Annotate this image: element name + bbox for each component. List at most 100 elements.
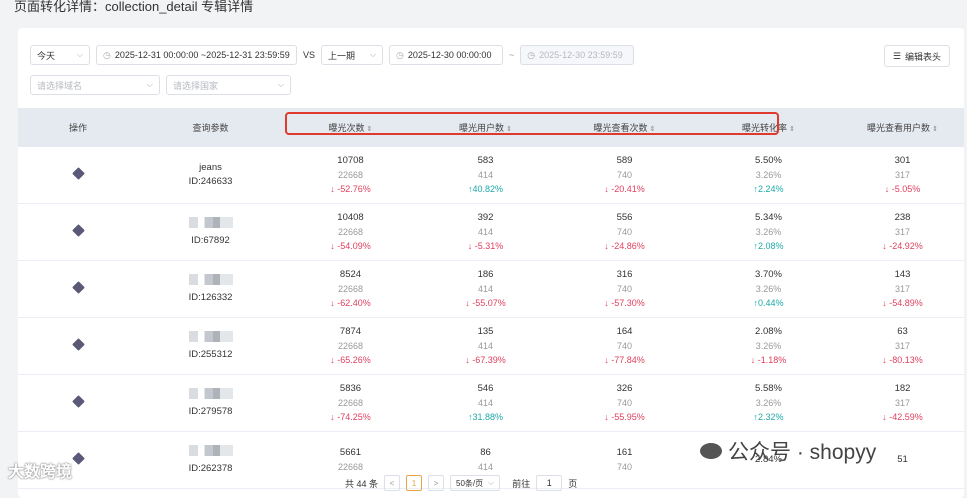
metric-previous: 22668 [337, 284, 364, 294]
column-header-label: 操作 [68, 123, 87, 133]
compare-start-picker[interactable]: ◷ 2025-12-30 00:00:00 [389, 45, 504, 65]
metric-change: ↓ -55.95% [604, 412, 645, 422]
sort-icon[interactable]: ⇕ [789, 126, 795, 133]
country-select[interactable]: 请选择国家 ⌵ [166, 75, 291, 95]
chevron-down-icon: ⌵ [277, 80, 284, 89]
metric-previous: 740 [616, 170, 633, 180]
column-header[interactable]: 曝光查看用户数 ⇕ [841, 108, 964, 147]
metric-change: ↑0.44% [753, 298, 784, 308]
metric-previous: 22668 [337, 341, 364, 351]
query-id: ID:126332 [188, 291, 233, 303]
metric-change: ↓ -57.30% [604, 298, 645, 308]
metric-previous: 317 [894, 398, 911, 408]
metric-change: ↓ -80.13% [882, 355, 923, 365]
query-param: jeans [199, 162, 222, 173]
metric-cell: 143 317 ↓ -54.89% [841, 260, 964, 318]
metric-previous: 414 [477, 462, 494, 472]
metric-cell: 186 414 ↓ -55.07% [418, 260, 553, 318]
cube-icon[interactable] [71, 452, 85, 465]
metric-change: ↓ -1.18% [750, 355, 787, 365]
metric-cell: 5.50% 3.26% ↑2.24% [696, 147, 841, 204]
chevron-down-icon: ⌵ [369, 50, 377, 59]
metric-previous: 22668 [337, 227, 364, 237]
metric-previous: 3.26% [755, 227, 782, 237]
metric-previous: 22668 [337, 462, 364, 472]
query-id: ID:67892 [191, 234, 230, 246]
date-range-value: 2025-12-31 00:00:00 ~2025-12-31 23:59:59 [114, 50, 290, 60]
sort-icon[interactable]: ⇕ [932, 126, 938, 133]
metric-previous: 740 [616, 462, 633, 472]
wechat-icon [700, 443, 722, 459]
total-count: 共 44 条 [345, 478, 379, 489]
blurred-image [188, 330, 233, 342]
query-cell: ID:262378 [138, 431, 283, 489]
metric-change: ↑40.82% [467, 184, 504, 194]
date-range-picker[interactable]: ◷ 2025-12-31 00:00:00 ~2025-12-31 23:59:… [96, 45, 297, 65]
vs-label: VS [303, 50, 316, 60]
column-header-label: 曝光查看用户数 [867, 123, 931, 133]
edit-header-button[interactable]: ☰ 编辑表头 [883, 45, 950, 67]
metric-change: ↑31.88% [467, 412, 504, 422]
compare-preset-value: 上一期 [328, 50, 356, 61]
metric-current: 182 [894, 383, 911, 394]
metric-previous: 414 [477, 398, 494, 408]
sliders-icon: ☰ [892, 50, 901, 61]
goto-label: 前往 [512, 478, 531, 489]
blurred-image [188, 387, 233, 399]
domain-select[interactable]: 请选择域名 ⌵ [30, 75, 160, 95]
metric-change: ↓ -42.59% [882, 412, 923, 422]
metric-previous: 740 [616, 284, 633, 294]
domain-placeholder: 请选择域名 [37, 80, 83, 91]
clock-icon: ◷ [103, 49, 111, 60]
metric-change: ↓ -74.25% [330, 412, 371, 422]
query-id: ID:255312 [188, 348, 233, 360]
cube-icon[interactable] [71, 281, 85, 294]
date-preset-select[interactable]: 今天 ⌵ [30, 45, 90, 65]
cube-icon[interactable] [71, 338, 85, 351]
compare-separator: ~ [509, 50, 515, 60]
metric-previous: 317 [894, 227, 911, 237]
cube-icon[interactable] [71, 224, 85, 237]
metric-cell: 5.58% 3.26% ↑2.32% [696, 374, 841, 432]
metric-cell: 182 317 ↓ -42.59% [841, 374, 964, 432]
metric-previous: 414 [477, 284, 494, 294]
metric-cell: 10708 22668 ↓ -52.76% [283, 147, 418, 204]
metric-previous: 740 [616, 341, 633, 351]
metric-change: ↓ -62.40% [330, 298, 371, 308]
chevron-down-icon: ⌵ [488, 478, 495, 487]
metric-previous: 3.26% [755, 398, 782, 408]
blurred-image [188, 273, 233, 285]
metric-previous: 317 [894, 341, 911, 351]
metric-cell: 164 740 ↓ -77.84% [553, 317, 696, 375]
query-id: ID:262378 [188, 462, 233, 474]
metric-cell: 583 414 ↑40.82% [418, 147, 553, 204]
filter-row-dates: 今天 ⌵ ◷ 2025-12-31 00:00:00 ~2025-12-31 2… [30, 45, 635, 65]
action-cell [18, 317, 138, 375]
column-header: 查询参数 [138, 108, 283, 147]
metric-change: ↓ -77.84% [604, 355, 645, 365]
query-cell: ID:279578 [138, 374, 283, 432]
table-row: ID:279578 5836 22668 ↓ -74.25% 546 414 ↑31.88%… [18, 374, 964, 432]
metric-change: ↓ -55.07% [465, 298, 506, 308]
metric-cell: 8524 22668 ↓ -62.40% [283, 260, 418, 318]
metric-current: 238 [894, 212, 911, 223]
query-cell: ID:255312 [138, 317, 283, 375]
query-cell: ID:126332 [138, 260, 283, 318]
blurred-image [188, 216, 233, 228]
column-header-label: 查询参数 [192, 123, 229, 133]
chevron-down-icon: ⌵ [146, 80, 153, 89]
metric-current: 143 [894, 269, 911, 280]
compare-end-value: 2025-12-30 23:59:59 [539, 50, 623, 60]
metric-cell: 556 740 ↓ -24.86% [553, 203, 696, 261]
blurred-image [188, 444, 233, 456]
metric-change: ↓ -54.89% [882, 298, 923, 308]
compare-preset-select[interactable]: 上一期 ⌵ [321, 45, 384, 65]
metric-current: 135 [477, 326, 494, 337]
metric-change: ↓ -20.41% [604, 184, 645, 194]
query-cell: ID:67892 [138, 203, 283, 261]
cube-icon[interactable] [71, 395, 85, 408]
metric-current: 164 [616, 326, 633, 337]
cube-icon[interactable] [71, 167, 85, 180]
metric-previous: 3.26% [755, 341, 782, 351]
metric-cell: 10408 22668 ↓ -54.09% [283, 203, 418, 261]
